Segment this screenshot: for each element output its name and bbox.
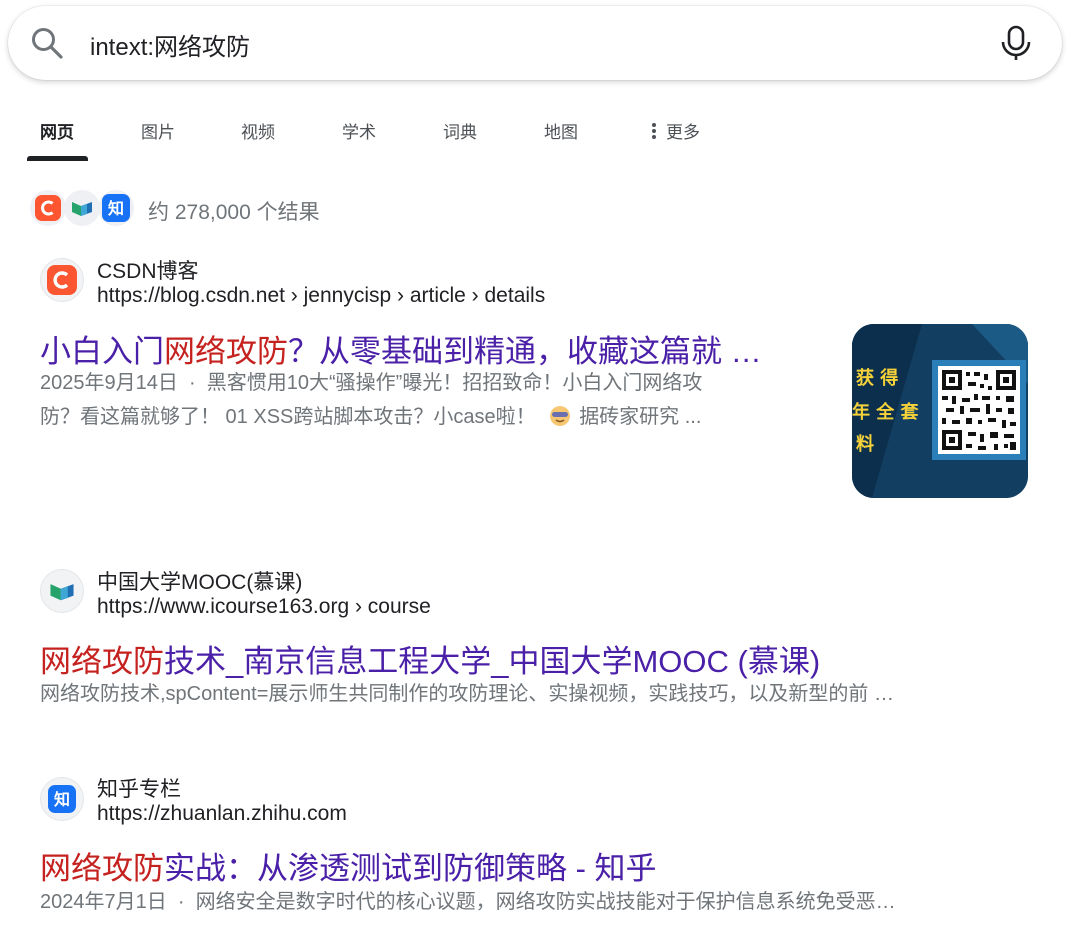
snippet-text: 网络安全是数字时代的核心议题，网络攻防实战技能对于保护信息系统免受恶… [195,891,896,913]
tab-academic[interactable]: 学术 [342,118,376,143]
microphone-icon[interactable] [998,24,1034,62]
emoji-icon [550,406,571,426]
result-snippet: 2025年9月14日 · 黑客惯用10大“骚操作”曝光！招招致命！小白入门网络攻… [40,366,820,434]
zhihu-logo-icon[interactable]: 知 [40,777,84,821]
mooc-logo-icon[interactable] [40,569,84,613]
more-dots-icon [652,121,656,141]
result-date: 2024年7月1日 [40,891,167,913]
tab-more[interactable]: 更多 [652,118,700,144]
site-name[interactable]: 知乎专栏 [97,773,181,803]
title-text: ？从零基础到精通，收藏这篇就 … [288,334,762,369]
site-name[interactable]: CSDN博客 [97,255,199,285]
search-icon[interactable] [30,26,64,60]
title-highlight: 网络攻防 [164,334,288,369]
title-text: 技术_南京信息工程大学_中国大学MOOC (慕课) [164,644,821,679]
tab-images[interactable]: 图片 [141,118,175,143]
csdn-logo-icon [30,190,66,226]
svg-text:知: 知 [108,199,124,218]
title-highlight: 网络攻防 [40,644,164,679]
snippet-text: 防？看这篇就够了！ 01 XSS跨站脚本攻击？小case啦！ [40,406,536,428]
site-url[interactable]: https://zhuanlan.zhihu.com [97,802,347,826]
snippet-line: 防？看这篇就够了！ 01 XSS跨站脚本攻击？小case啦！ 据砖家研究 ... [40,400,820,434]
result-thumbnail[interactable]: 获 得 年 全 套 料 [852,324,1028,498]
site-url[interactable]: https://blog.csdn.net › jennycisp › arti… [97,284,545,308]
thumb-text: 料 [856,433,874,455]
tab-more-label: 更多 [666,123,700,142]
source-icons: 知 [30,190,140,226]
snippet-text: 据砖家研究 ... [579,406,702,428]
tab-maps[interactable]: 地图 [544,118,578,143]
search-input[interactable] [90,26,970,62]
zhihu-logo-icon: 知 [98,190,134,226]
result-count: 约 278,000 个结果 [148,201,320,224]
site-url[interactable]: https://www.icourse163.org › course [97,595,431,619]
result-title-link[interactable]: 网络攻防技术_南京信息工程大学_中国大学MOOC (慕课) [40,636,820,681]
mooc-logo-icon [64,190,100,226]
thumb-text: 获 得 [856,367,898,389]
title-text: 实战：从渗透测试到防御策略 - 知乎 [164,851,657,886]
search-box [8,6,1062,80]
snippet-text: 黑客惯用10大“骚操作”曝光！招招致命！小白入门网络攻 [206,372,703,394]
result-snippet: 2024年7月1日 · 网络安全是数字时代的核心议题，网络攻防实战技能对于保护信… [40,891,896,913]
result-snippet: 网络攻防技术,spContent=展示师生共同制作的攻防理论、实操视频，实践技巧… [40,683,894,705]
csdn-logo-icon[interactable] [40,258,84,302]
svg-text:知: 知 [54,790,70,809]
tab-web[interactable]: 网页 [40,118,74,143]
tab-videos[interactable]: 视频 [241,118,275,143]
result-date: 2025年9月14日 [40,372,178,394]
active-tab-indicator [27,156,88,161]
title-text: 小白入门 [40,334,164,369]
title-highlight: 网络攻防 [40,851,164,886]
tab-dictionary[interactable]: 词典 [443,118,477,143]
result-title-link[interactable]: 网络攻防实战：从渗透测试到防御策略 - 知乎 [40,843,657,888]
search-tabs: 网页 图片 视频 学术 词典 地图 更多 [0,100,1081,162]
snippet-line: 2025年9月14日 · 黑客惯用10大“骚操作”曝光！招招致命！小白入门网络攻 [40,372,703,394]
thumb-text: 年 全 套 [852,401,919,423]
site-name[interactable]: 中国大学MOOC(慕课) [97,566,302,596]
result-title-link[interactable]: 小白入门网络攻防？从零基础到精通，收藏这篇就 … [40,326,762,371]
